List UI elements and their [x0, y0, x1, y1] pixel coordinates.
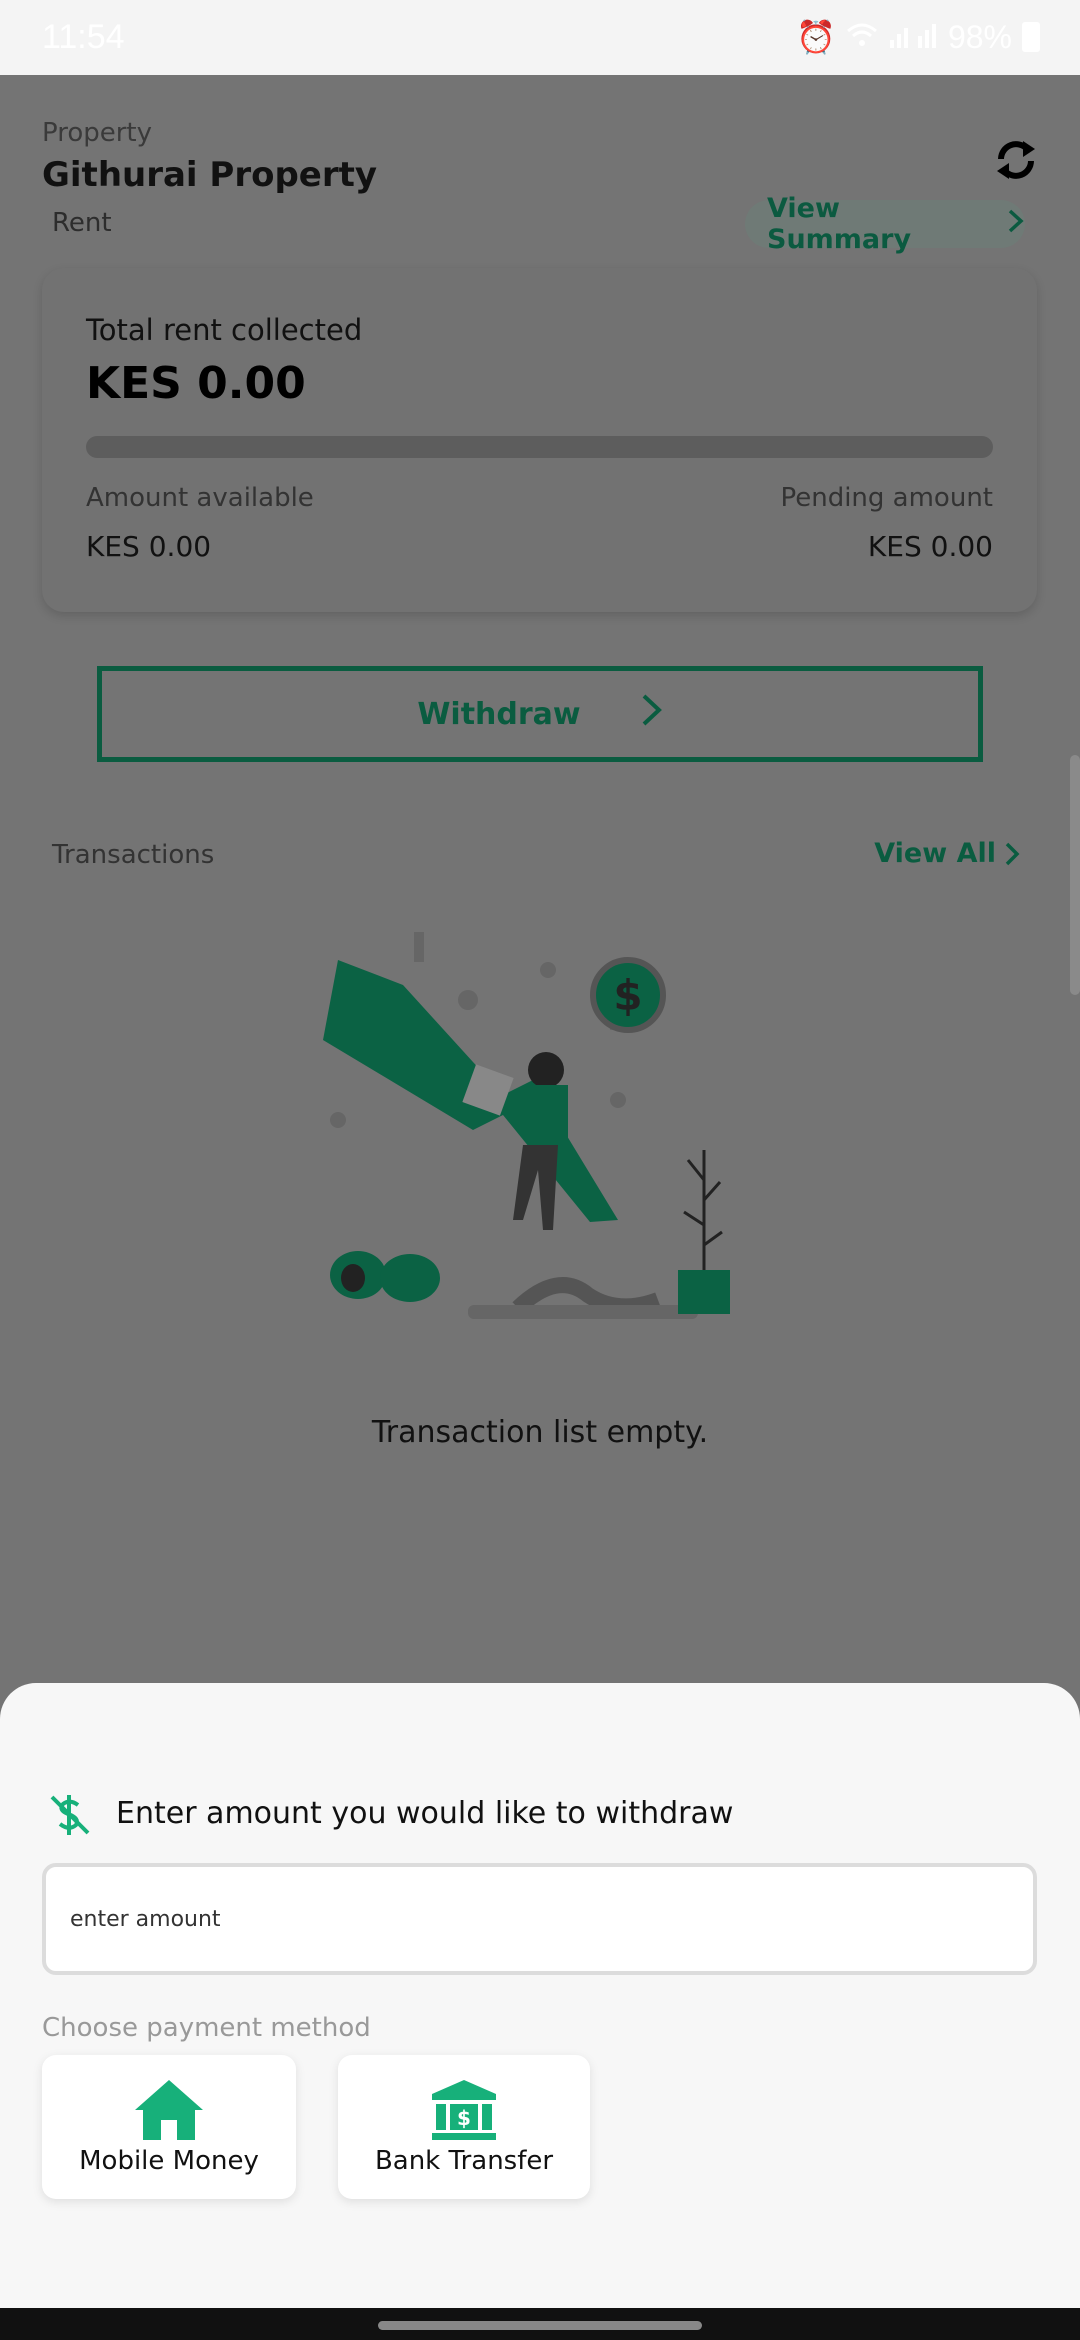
mobile-money-option[interactable]: Mobile Money: [42, 2055, 296, 2199]
pending-amount-label: Pending amount: [780, 483, 993, 513]
withdraw-button[interactable]: Withdraw: [97, 666, 983, 762]
view-all-link[interactable]: View All: [874, 838, 1020, 869]
system-nav-bar: [0, 2308, 1080, 2340]
rent-label: Rent: [52, 208, 112, 238]
amount-available-label: Amount available: [86, 483, 314, 513]
svg-text:$: $: [613, 971, 642, 1020]
chevron-right-icon: [1007, 208, 1025, 241]
empty-transactions-illustration: $: [318, 920, 758, 1340]
wifi-icon: [846, 19, 878, 56]
pending-amount-value: KES 0.00: [867, 530, 993, 563]
total-rent-value: KES 0.00: [86, 358, 306, 409]
signal-icon: [888, 19, 938, 56]
withdraw-bottom-sheet: Enter amount you would like to withdraw …: [0, 1683, 1080, 2308]
bank-transfer-label: Bank Transfer: [374, 2146, 554, 2176]
withdraw-label: Withdraw: [417, 696, 581, 732]
payment-method-label: Choose payment method: [42, 2013, 371, 2043]
transactions-empty-text: Transaction list empty.: [371, 1415, 709, 1450]
total-rent-label: Total rent collected: [86, 313, 363, 347]
property-name: Githurai Property: [42, 155, 378, 195]
chevron-right-icon: [1005, 842, 1020, 865]
amount-available-value: KES 0.00: [86, 530, 212, 563]
transactions-label: Transactions: [52, 840, 215, 870]
bank-transfer-option[interactable]: $ Bank Transfer: [338, 2055, 590, 2199]
rent-summary-card: Total rent collected KES 0.00 Amount ava…: [42, 268, 1037, 612]
mobile-money-label: Mobile Money: [79, 2146, 259, 2176]
refresh-icon[interactable]: [993, 137, 1039, 183]
view-summary-button[interactable]: View Summary: [745, 193, 1025, 255]
property-label: Property: [42, 118, 153, 148]
collection-progress-bar: [86, 436, 993, 458]
amount-input[interactable]: [42, 1863, 1037, 1975]
svg-text:$: $: [457, 2106, 471, 2130]
status-icons: ⏰ 98%: [796, 18, 1040, 56]
bank-icon: $: [428, 2078, 500, 2142]
battery-percent: 98%: [947, 18, 1012, 55]
scrollbar[interactable]: [1070, 755, 1080, 995]
chevron-right-icon: [641, 693, 663, 735]
house-icon: [133, 2078, 205, 2142]
dollar-slash-icon: [48, 1793, 92, 1837]
view-summary-label: View Summary: [767, 193, 912, 255]
withdraw-sheet-title: Enter amount you would like to withdraw: [116, 1796, 734, 1831]
home-handle[interactable]: [378, 2321, 702, 2330]
battery-icon: [1022, 22, 1040, 52]
alarm-icon: ⏰: [796, 19, 836, 55]
view-all-label: View All: [874, 838, 996, 869]
status-bar: 11:54 ⏰ 98%: [0, 0, 1080, 75]
status-time: 11:54: [42, 18, 125, 56]
